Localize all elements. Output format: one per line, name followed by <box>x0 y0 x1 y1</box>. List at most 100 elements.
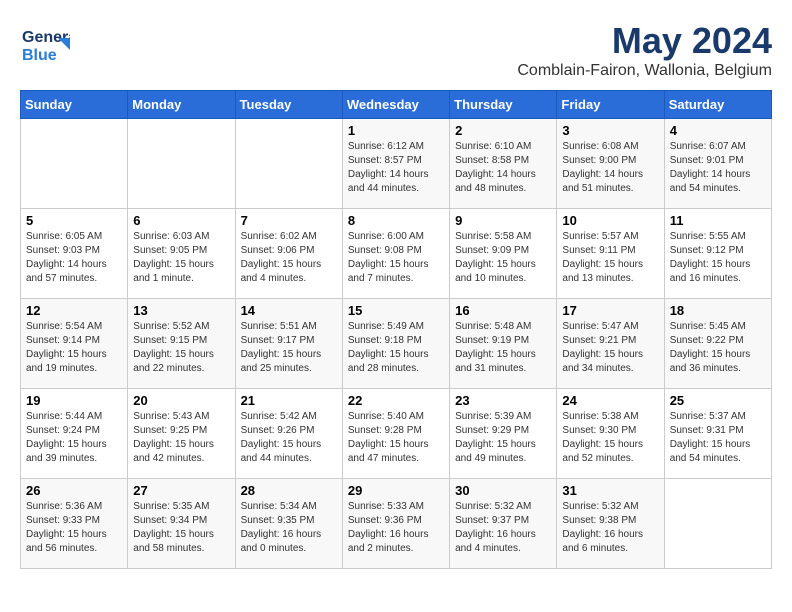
day-number: 3 <box>562 123 658 138</box>
calendar-cell: 25 Sunrise: 5:37 AM Sunset: 9:31 PM Dayli… <box>664 389 771 479</box>
day-number: 29 <box>348 483 444 498</box>
day-number: 19 <box>26 393 122 408</box>
calendar-cell: 27Sunrise: 5:35 AM Sunset: 9:34 PM Dayli… <box>128 479 235 569</box>
day-info: Sunrise: 5:32 AM Sunset: 9:38 PM Dayligh… <box>562 500 658 556</box>
day-info: Sunrise: 5:33 AM Sunset: 9:36 PM Dayligh… <box>348 500 444 556</box>
calendar-cell: 23 Sunrise: 5:39 AM Sunset: 9:29 PM Dayli… <box>450 389 557 479</box>
day-info: Sunrise: 5:55 AM Sunset: 9:12 PM Dayligh… <box>670 230 766 286</box>
calendar-cell: 5 Sunrise: 6:05 AM Sunset: 9:03 PM Daylig… <box>21 209 128 299</box>
calendar-cell: 16 Sunrise: 5:48 AM Sunset: 9:19 PM Dayli… <box>450 299 557 389</box>
day-info: Sunrise: 6:05 AM Sunset: 9:03 PM Dayligh… <box>26 230 122 286</box>
calendar-cell: 14 Sunrise: 5:51 AM Sunset: 9:17 PM Dayli… <box>235 299 342 389</box>
day-number: 1 <box>348 123 444 138</box>
calendar-cell: 29 Sunrise: 5:33 AM Sunset: 9:36 PM Dayli… <box>342 479 449 569</box>
day-info: Sunrise: 6:02 AM Sunset: 9:06 PM Dayligh… <box>241 230 337 286</box>
day-info: Sunrise: 5:54 AM Sunset: 9:14 PM Dayligh… <box>26 320 122 376</box>
calendar-cell: 9 Sunrise: 5:58 AM Sunset: 9:09 PM Daylig… <box>450 209 557 299</box>
header-day-tuesday: Tuesday <box>235 91 342 119</box>
day-info: Sunrise: 5:37 AM Sunset: 9:31 PM Dayligh… <box>670 410 766 466</box>
day-number: 17 <box>562 303 658 318</box>
day-number: 18 <box>670 303 766 318</box>
day-number: 10 <box>562 213 658 228</box>
day-number: 16 <box>455 303 551 318</box>
calendar-cell: 17 Sunrise: 5:47 AM Sunset: 9:21 PM Dayli… <box>557 299 664 389</box>
calendar-cell: 7Sunrise: 6:02 AM Sunset: 9:06 PM Daylig… <box>235 209 342 299</box>
day-info: Sunrise: 5:35 AM Sunset: 9:34 PM Dayligh… <box>133 500 229 556</box>
page-header: General Blue May 2024 Comblain-Fairon, W… <box>20 20 772 80</box>
calendar-cell: 26 Sunrise: 5:36 AM Sunset: 9:33 PM Dayli… <box>21 479 128 569</box>
calendar-cell <box>128 119 235 209</box>
day-number: 4 <box>670 123 766 138</box>
calendar-cell <box>21 119 128 209</box>
svg-text:Blue: Blue <box>22 47 57 64</box>
day-info: Sunrise: 5:32 AM Sunset: 9:37 PM Dayligh… <box>455 500 551 556</box>
day-info: Sunrise: 5:57 AM Sunset: 9:11 PM Dayligh… <box>562 230 658 286</box>
day-number: 9 <box>455 213 551 228</box>
header-day-thursday: Thursday <box>450 91 557 119</box>
day-number: 5 <box>26 213 122 228</box>
calendar-cell <box>664 479 771 569</box>
day-info: Sunrise: 5:36 AM Sunset: 9:33 PM Dayligh… <box>26 500 122 556</box>
day-number: 21 <box>241 393 337 408</box>
day-info: Sunrise: 5:38 AM Sunset: 9:30 PM Dayligh… <box>562 410 658 466</box>
calendar-cell: 10 Sunrise: 5:57 AM Sunset: 9:11 PM Dayli… <box>557 209 664 299</box>
day-info: Sunrise: 5:52 AM Sunset: 9:15 PM Dayligh… <box>133 320 229 376</box>
day-info: Sunrise: 5:51 AM Sunset: 9:17 PM Dayligh… <box>241 320 337 376</box>
logo-icon: General Blue <box>20 20 70 70</box>
day-info: Sunrise: 5:47 AM Sunset: 9:21 PM Dayligh… <box>562 320 658 376</box>
header-day-friday: Friday <box>557 91 664 119</box>
header-day-sunday: Sunday <box>21 91 128 119</box>
calendar-week-3: 12Sunrise: 5:54 AM Sunset: 9:14 PM Dayli… <box>21 299 772 389</box>
day-info: Sunrise: 6:00 AM Sunset: 9:08 PM Dayligh… <box>348 230 444 286</box>
calendar-week-4: 19 Sunrise: 5:44 AM Sunset: 9:24 PM Dayli… <box>21 389 772 479</box>
calendar-cell: 15Sunrise: 5:49 AM Sunset: 9:18 PM Dayli… <box>342 299 449 389</box>
calendar-cell: 21 Sunrise: 5:42 AM Sunset: 9:26 PM Dayli… <box>235 389 342 479</box>
calendar-cell: 3Sunrise: 6:08 AM Sunset: 9:00 PM Daylig… <box>557 119 664 209</box>
title-block: May 2024 Comblain-Fairon, Wallonia, Belg… <box>517 20 772 80</box>
day-info: Sunrise: 6:07 AM Sunset: 9:01 PM Dayligh… <box>670 140 766 196</box>
calendar-cell: 12Sunrise: 5:54 AM Sunset: 9:14 PM Dayli… <box>21 299 128 389</box>
calendar-cell: 6 Sunrise: 6:03 AM Sunset: 9:05 PM Daylig… <box>128 209 235 299</box>
day-number: 14 <box>241 303 337 318</box>
calendar-cell: 20Sunrise: 5:43 AM Sunset: 9:25 PM Dayli… <box>128 389 235 479</box>
calendar-week-5: 26 Sunrise: 5:36 AM Sunset: 9:33 PM Dayli… <box>21 479 772 569</box>
day-info: Sunrise: 5:34 AM Sunset: 9:35 PM Dayligh… <box>241 500 337 556</box>
day-number: 11 <box>670 213 766 228</box>
header-row: SundayMondayTuesdayWednesdayThursdayFrid… <box>21 91 772 119</box>
day-info: Sunrise: 5:45 AM Sunset: 9:22 PM Dayligh… <box>670 320 766 376</box>
calendar-cell: 4 Sunrise: 6:07 AM Sunset: 9:01 PM Daylig… <box>664 119 771 209</box>
calendar-body: 1Sunrise: 6:12 AM Sunset: 8:57 PM Daylig… <box>21 119 772 569</box>
calendar-cell: 2 Sunrise: 6:10 AM Sunset: 8:58 PM Daylig… <box>450 119 557 209</box>
calendar-cell <box>235 119 342 209</box>
day-info: Sunrise: 5:44 AM Sunset: 9:24 PM Dayligh… <box>26 410 122 466</box>
day-number: 25 <box>670 393 766 408</box>
day-number: 22 <box>348 393 444 408</box>
day-number: 28 <box>241 483 337 498</box>
location-title: Comblain-Fairon, Wallonia, Belgium <box>517 62 772 80</box>
day-number: 2 <box>455 123 551 138</box>
calendar-cell: 8Sunrise: 6:00 AM Sunset: 9:08 PM Daylig… <box>342 209 449 299</box>
calendar-week-2: 5 Sunrise: 6:05 AM Sunset: 9:03 PM Daylig… <box>21 209 772 299</box>
day-number: 15 <box>348 303 444 318</box>
day-number: 13 <box>133 303 229 318</box>
day-number: 23 <box>455 393 551 408</box>
header-day-wednesday: Wednesday <box>342 91 449 119</box>
day-number: 6 <box>133 213 229 228</box>
calendar-cell: 18 Sunrise: 5:45 AM Sunset: 9:22 PM Dayli… <box>664 299 771 389</box>
day-info: Sunrise: 5:48 AM Sunset: 9:19 PM Dayligh… <box>455 320 551 376</box>
day-info: Sunrise: 5:39 AM Sunset: 9:29 PM Dayligh… <box>455 410 551 466</box>
calendar-cell: 31 Sunrise: 5:32 AM Sunset: 9:38 PM Dayli… <box>557 479 664 569</box>
day-info: Sunrise: 5:40 AM Sunset: 9:28 PM Dayligh… <box>348 410 444 466</box>
calendar-cell: 1Sunrise: 6:12 AM Sunset: 8:57 PM Daylig… <box>342 119 449 209</box>
day-number: 24 <box>562 393 658 408</box>
day-info: Sunrise: 6:03 AM Sunset: 9:05 PM Dayligh… <box>133 230 229 286</box>
day-info: Sunrise: 5:43 AM Sunset: 9:25 PM Dayligh… <box>133 410 229 466</box>
svg-text:General: General <box>22 29 70 46</box>
day-number: 31 <box>562 483 658 498</box>
header-day-monday: Monday <box>128 91 235 119</box>
day-info: Sunrise: 5:42 AM Sunset: 9:26 PM Dayligh… <box>241 410 337 466</box>
day-info: Sunrise: 5:58 AM Sunset: 9:09 PM Dayligh… <box>455 230 551 286</box>
day-info: Sunrise: 6:10 AM Sunset: 8:58 PM Dayligh… <box>455 140 551 196</box>
calendar-week-1: 1Sunrise: 6:12 AM Sunset: 8:57 PM Daylig… <box>21 119 772 209</box>
day-number: 26 <box>26 483 122 498</box>
